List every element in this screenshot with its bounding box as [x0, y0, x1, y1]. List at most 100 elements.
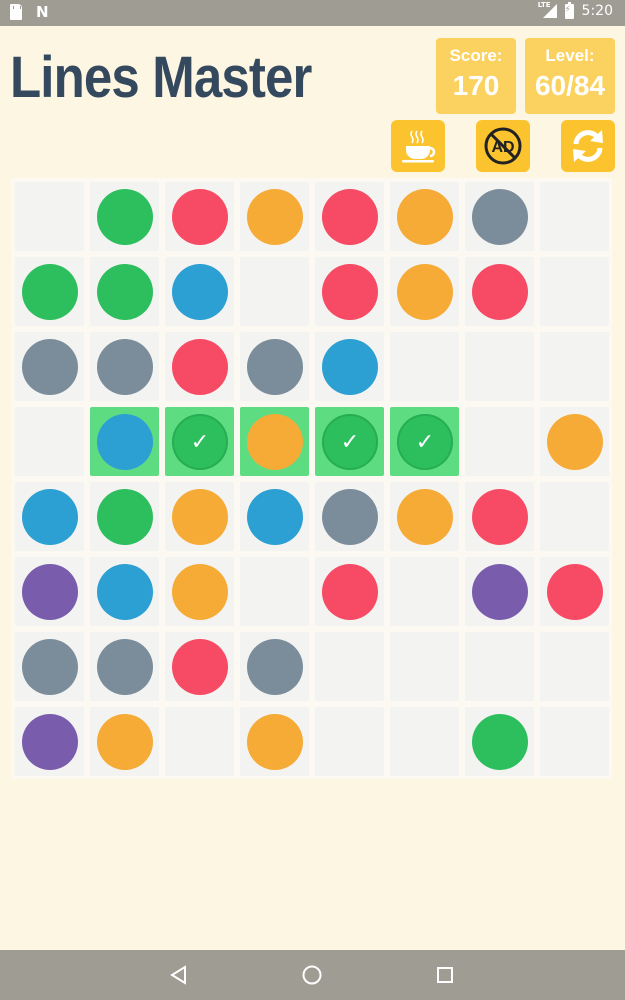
board-cell[interactable]: [315, 482, 384, 551]
orange-ball[interactable]: [172, 489, 228, 545]
red-ball[interactable]: [172, 639, 228, 695]
board-cell[interactable]: [15, 182, 84, 251]
board-cell[interactable]: [540, 707, 609, 776]
board-cell[interactable]: [390, 182, 459, 251]
board-cell[interactable]: ✓: [165, 407, 234, 476]
board-cell[interactable]: [240, 257, 309, 326]
coffee-button[interactable]: [391, 120, 445, 172]
red-ball[interactable]: [472, 489, 528, 545]
orange-ball[interactable]: [547, 414, 603, 470]
recent-apps-button[interactable]: [432, 962, 458, 988]
board-cell[interactable]: [240, 407, 309, 476]
board-cell[interactable]: [465, 332, 534, 401]
red-ball[interactable]: [322, 564, 378, 620]
board-cell[interactable]: [390, 707, 459, 776]
orange-ball[interactable]: [397, 489, 453, 545]
board-cell[interactable]: [165, 632, 234, 701]
gray-ball[interactable]: [322, 489, 378, 545]
gray-ball[interactable]: [247, 339, 303, 395]
green-ball[interactable]: [97, 264, 153, 320]
red-ball[interactable]: [322, 264, 378, 320]
blue-ball[interactable]: [97, 564, 153, 620]
orange-ball[interactable]: [247, 189, 303, 245]
blue-ball[interactable]: [247, 489, 303, 545]
red-ball[interactable]: [472, 264, 528, 320]
purple-ball[interactable]: [22, 564, 78, 620]
green-ball[interactable]: [472, 714, 528, 770]
board-cell[interactable]: [465, 182, 534, 251]
red-ball[interactable]: [322, 189, 378, 245]
board-cell[interactable]: [90, 407, 159, 476]
board-cell[interactable]: [240, 182, 309, 251]
board-cell[interactable]: [315, 632, 384, 701]
purple-ball[interactable]: [22, 714, 78, 770]
board-cell[interactable]: [165, 182, 234, 251]
board-cell[interactable]: [465, 557, 534, 626]
board-cell[interactable]: [15, 557, 84, 626]
back-button[interactable]: [166, 962, 192, 988]
purple-ball[interactable]: [472, 564, 528, 620]
gray-ball[interactable]: [97, 639, 153, 695]
restart-button[interactable]: [561, 120, 615, 172]
board-cell[interactable]: [240, 707, 309, 776]
board-cell[interactable]: [315, 557, 384, 626]
orange-ball[interactable]: [247, 714, 303, 770]
board-cell[interactable]: [165, 557, 234, 626]
gray-ball[interactable]: [22, 339, 78, 395]
gray-ball[interactable]: [472, 189, 528, 245]
board-cell[interactable]: [315, 707, 384, 776]
board-cell[interactable]: [540, 332, 609, 401]
gray-ball[interactable]: [97, 339, 153, 395]
board-cell[interactable]: [540, 407, 609, 476]
blue-ball[interactable]: [97, 414, 153, 470]
orange-ball[interactable]: [172, 564, 228, 620]
gray-ball[interactable]: [22, 639, 78, 695]
board-cell[interactable]: [315, 257, 384, 326]
board-cell[interactable]: [240, 332, 309, 401]
board-cell[interactable]: [540, 257, 609, 326]
board-cell[interactable]: [465, 482, 534, 551]
board-cell[interactable]: [465, 407, 534, 476]
green-ball[interactable]: [22, 264, 78, 320]
orange-ball[interactable]: [397, 264, 453, 320]
board-cell[interactable]: [15, 632, 84, 701]
board-cell[interactable]: [90, 332, 159, 401]
board-cell[interactable]: [465, 257, 534, 326]
orange-ball[interactable]: [247, 414, 303, 470]
green-ball[interactable]: [97, 489, 153, 545]
board-cell[interactable]: [240, 557, 309, 626]
gray-ball[interactable]: [247, 639, 303, 695]
board-cell[interactable]: [90, 557, 159, 626]
orange-ball[interactable]: [397, 189, 453, 245]
board-cell[interactable]: [390, 257, 459, 326]
board-cell[interactable]: ✓: [390, 407, 459, 476]
board-cell[interactable]: [540, 557, 609, 626]
board-cell[interactable]: [90, 707, 159, 776]
board-cell[interactable]: [240, 482, 309, 551]
board-cell[interactable]: [15, 332, 84, 401]
blue-ball[interactable]: [22, 489, 78, 545]
board-cell[interactable]: [540, 482, 609, 551]
board-cell[interactable]: [240, 632, 309, 701]
remove-ads-button[interactable]: AD: [476, 120, 530, 172]
board-cell[interactable]: [390, 632, 459, 701]
board-cell[interactable]: [15, 707, 84, 776]
board-cell[interactable]: [15, 257, 84, 326]
board-cell[interactable]: [165, 707, 234, 776]
board-cell[interactable]: [90, 632, 159, 701]
green-ball[interactable]: [97, 189, 153, 245]
board-cell[interactable]: [540, 632, 609, 701]
board-cell[interactable]: [465, 632, 534, 701]
board-cell[interactable]: [165, 332, 234, 401]
blue-ball[interactable]: [172, 264, 228, 320]
board-cell[interactable]: [90, 257, 159, 326]
board-cell[interactable]: [90, 482, 159, 551]
red-ball[interactable]: [172, 339, 228, 395]
board-cell[interactable]: [315, 182, 384, 251]
board-cell[interactable]: [390, 482, 459, 551]
board-cell[interactable]: [315, 332, 384, 401]
orange-ball[interactable]: [97, 714, 153, 770]
board-cell[interactable]: ✓: [315, 407, 384, 476]
red-ball[interactable]: [547, 564, 603, 620]
board-cell[interactable]: [390, 557, 459, 626]
